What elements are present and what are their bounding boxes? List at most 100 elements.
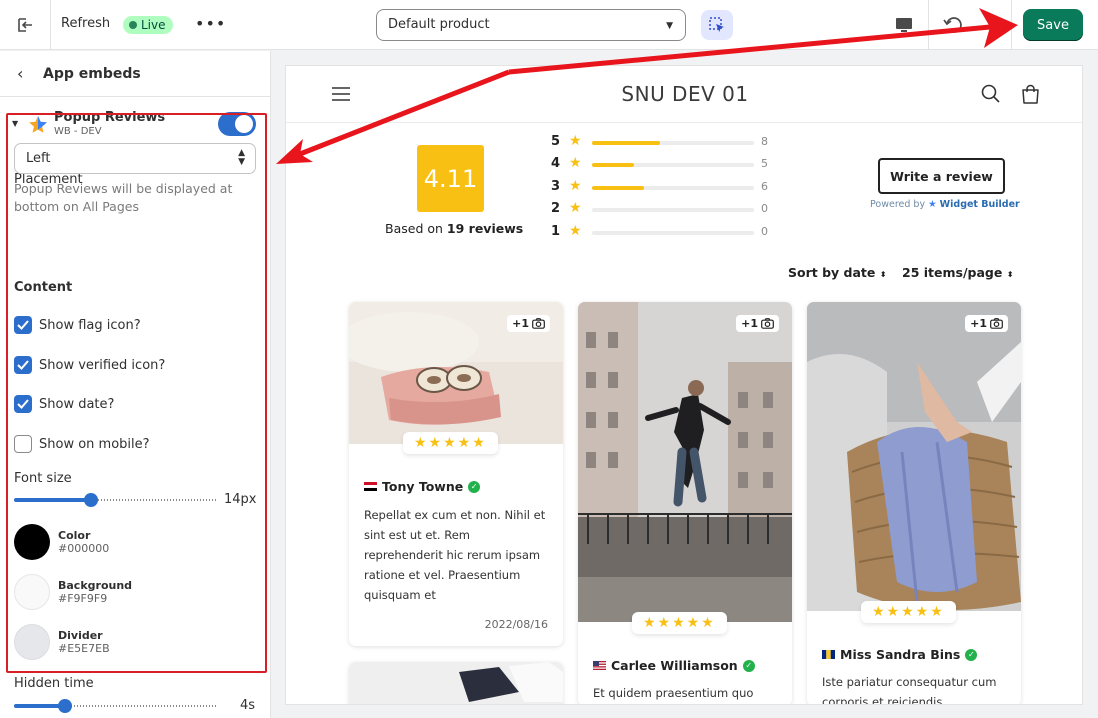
checkbox-unchecked-icon[interactable]	[14, 435, 32, 453]
divider	[1011, 0, 1012, 50]
background-hex: #F9F9F9	[58, 592, 108, 605]
more-actions-button[interactable]: •••	[195, 14, 226, 33]
color-name: Color	[58, 529, 91, 542]
rating-bar	[592, 186, 754, 190]
rating-row-2[interactable]: 2 ★ 0	[551, 200, 781, 217]
review-text: Repellat ex cum et non. Nihil et sint es…	[364, 508, 546, 602]
rating-number: 1	[551, 224, 561, 239]
device-toggle-button[interactable]	[893, 14, 915, 36]
color-setting[interactable]: Color #000000	[14, 524, 109, 560]
camera-icon	[532, 318, 545, 329]
live-badge: Live	[123, 16, 173, 34]
rating-row-3[interactable]: 3 ★ 6	[551, 178, 781, 195]
store-name[interactable]: SNU DEV 01	[286, 82, 1082, 106]
storefront-preview: SNU DEV 01 4.11 Based on 19 reviews 5 ★ 8 …	[285, 65, 1083, 705]
rating-bar	[592, 231, 754, 235]
camera-icon	[990, 318, 1003, 329]
show-verified-checkbox[interactable]: Show verified icon?	[14, 356, 165, 374]
product-select[interactable]: Default product ▼	[376, 9, 686, 41]
star-icon: ★	[569, 178, 582, 194]
background-swatch[interactable]	[14, 574, 50, 610]
refresh-label[interactable]: Refresh	[61, 16, 110, 31]
undo-button[interactable]	[940, 12, 966, 38]
write-review-button[interactable]: Write a review	[878, 158, 1005, 194]
exit-button[interactable]	[0, 0, 51, 50]
review-text: Et quidem praesentium quo	[593, 686, 754, 700]
average-rating-box: 4.11	[417, 145, 484, 212]
search-icon[interactable]	[981, 84, 1000, 103]
checkbox-checked-icon[interactable]	[14, 316, 32, 334]
rating-count: 0	[761, 225, 768, 238]
egypt-flag-icon	[364, 482, 377, 491]
rating-row-5[interactable]: 5 ★ 8	[551, 133, 781, 150]
rating-number: 2	[551, 201, 561, 216]
review-card[interactable]: +1 ★★★★★ Tony Towne ✓ Repellat ex cum et…	[349, 302, 563, 646]
star-icon: ★	[569, 155, 582, 171]
review-stars: ★★★★★	[861, 601, 956, 623]
divider-swatch[interactable]	[14, 624, 50, 660]
desktop-icon	[896, 18, 912, 32]
review-card[interactable]	[349, 662, 563, 705]
review-stars: ★★★★★	[403, 432, 498, 454]
rating-row-1[interactable]: 1 ★ 0	[551, 223, 781, 240]
rating-bar-fill	[592, 163, 635, 167]
powered-by[interactable]: Powered by ★ Widget Builder	[870, 199, 1020, 210]
cart-icon[interactable]	[1021, 84, 1040, 104]
items-label: 25 items/page	[902, 265, 1003, 280]
reviewer-name: Carlee Williamson	[611, 658, 738, 673]
rating-bar	[592, 208, 754, 212]
star-icon: ★	[569, 200, 582, 216]
show-date-checkbox[interactable]: Show date?	[14, 395, 114, 413]
show-mobile-checkbox[interactable]: Show on mobile?	[14, 435, 150, 453]
inspect-button[interactable]	[701, 10, 733, 40]
placement-help: Popup Reviews will be displayed at botto…	[14, 181, 233, 214]
live-dot-icon	[129, 21, 137, 29]
review-photo-clothes[interactable]	[349, 662, 563, 705]
slider-thumb[interactable]	[84, 493, 99, 507]
live-badge-label: Live	[141, 18, 166, 32]
content-heading: Content	[14, 280, 73, 295]
review-text: Iste pariatur consequatur cum corporis e…	[822, 675, 997, 705]
slider-thumb[interactable]	[57, 699, 72, 713]
sort-arrows-icon: ⬍	[879, 270, 887, 279]
rating-row-4[interactable]: 4 ★ 5	[551, 155, 781, 172]
photo-count: +1	[970, 317, 987, 330]
rating-count: 8	[761, 135, 768, 148]
back-arrow-icon[interactable]: ‹	[17, 64, 23, 83]
slider-fill	[14, 498, 92, 502]
show-flag-checkbox[interactable]: Show flag icon?	[14, 316, 141, 334]
review-stars: ★★★★★	[632, 612, 727, 634]
save-button[interactable]: Save	[1023, 9, 1083, 41]
rating-count: 6	[761, 180, 768, 193]
review-card[interactable]: +1 ★★★★★ Miss Sandra Bins ✓ Iste pariatu…	[807, 302, 1021, 705]
review-photo-city-jump[interactable]	[578, 302, 792, 622]
checkbox-checked-icon[interactable]	[14, 395, 32, 413]
sort-select[interactable]: Sort by date ⬍	[788, 265, 886, 280]
photo-count-badge[interactable]: +1	[965, 315, 1008, 332]
star-icon: ★	[569, 223, 582, 239]
background-setting[interactable]: Background #F9F9F9	[14, 574, 132, 610]
sidebar-header: ‹ App embeds	[0, 51, 270, 97]
review-date: 2022/08/16	[484, 618, 548, 631]
undo-icon	[943, 17, 962, 33]
review-photo-shirt-basket[interactable]	[807, 302, 1021, 611]
checkbox-label: Show date?	[39, 396, 115, 412]
color-swatch[interactable]	[14, 524, 50, 560]
items-per-page-select[interactable]: 25 items/page ⬍	[902, 265, 1013, 280]
based-on-text: Based on 19 reviews	[385, 221, 523, 236]
font-size-slider[interactable]	[14, 493, 217, 507]
reviewer-name-row: Carlee Williamson ✓	[593, 658, 755, 673]
divider-hex: #E5E7EB	[58, 642, 110, 655]
rating-number: 4	[551, 156, 561, 171]
based-prefix: Based on	[385, 221, 443, 236]
photo-count-badge[interactable]: +1	[507, 315, 550, 332]
placement-select[interactable]: Left ▲ ▼	[14, 143, 256, 174]
checkbox-checked-icon[interactable]	[14, 356, 32, 374]
review-count: 19 reviews	[446, 221, 524, 236]
checkbox-label: Show on mobile?	[39, 436, 150, 452]
hidden-time-slider[interactable]	[14, 699, 217, 713]
review-card[interactable]: +1 ★★★★★ Carlee Williamson ✓ Et quidem p…	[578, 302, 792, 704]
photo-count-badge[interactable]: +1	[736, 315, 779, 332]
reviewer-name: Tony Towne	[382, 479, 464, 494]
divider-setting[interactable]: Divider #E5E7EB	[14, 624, 110, 660]
